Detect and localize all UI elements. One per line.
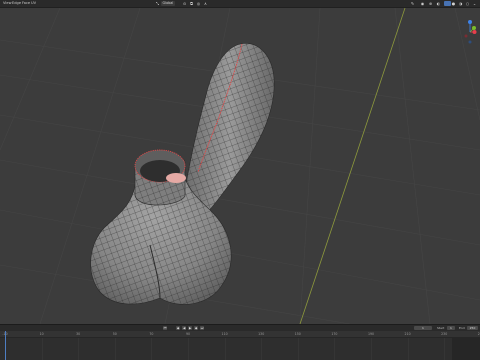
timeline-tick-label: 150 <box>294 332 301 336</box>
jump-keyframe-back-icon[interactable]: ◆ <box>176 326 181 331</box>
timeline-tick-line <box>407 338 409 360</box>
timeline-tick-label: 190 <box>367 332 375 336</box>
play-icon[interactable]: ▶ <box>188 326 193 331</box>
timeline-tick-line <box>224 338 226 360</box>
timeline-tick-label: 30 <box>76 332 81 336</box>
timeline-tick-line <box>41 338 43 360</box>
timeline-tick-label: 230 <box>441 332 448 336</box>
jump-end-icon[interactable]: ⏭ <box>200 326 205 331</box>
proportional-icon[interactable]: ◎ <box>196 1 201 6</box>
menu-uv[interactable]: UV <box>31 1 36 5</box>
xray-toggle[interactable] <box>444 1 451 6</box>
solid-shading-icon[interactable]: ● <box>451 1 456 6</box>
timeline-tick-line <box>114 338 116 360</box>
cursor-icon[interactable]: ✎ <box>410 1 415 6</box>
timeline-tick-line <box>334 338 336 360</box>
gizmo-toggle-icon[interactable]: ⊕ <box>428 1 433 6</box>
navigation-gizmo[interactable] <box>463 18 477 46</box>
start-frame-field[interactable]: 1 <box>447 326 455 331</box>
timeline-tick-line <box>188 338 189 360</box>
timeline-tick-line <box>371 338 372 360</box>
timeline-tick-label: 170 <box>331 332 338 336</box>
shading-dropdown-icon[interactable]: ⌄ <box>472 1 477 6</box>
pipe-mesh[interactable] <box>90 43 275 305</box>
timeline-tick-line <box>78 338 80 360</box>
frame-cursor[interactable] <box>5 331 6 360</box>
start-label: Start <box>437 326 445 331</box>
orientation-icon[interactable]: ⤡ <box>155 1 160 6</box>
x-axis-handle <box>472 30 477 34</box>
play-reverse-icon[interactable]: ◀ <box>182 326 187 331</box>
menu-view[interactable]: View <box>3 1 12 5</box>
visibility-icon[interactable]: ◉ <box>420 1 425 6</box>
y-axis-handle <box>472 26 476 30</box>
snap-icon[interactable]: ⧉ <box>189 1 194 6</box>
timeline-end-region <box>452 338 480 360</box>
pivot-icon[interactable]: ⊙ <box>182 1 187 6</box>
overlay-icon[interactable]: ◐ <box>436 1 441 6</box>
current-frame-field[interactable]: 1 <box>414 326 432 331</box>
proportional-falloff-icon[interactable]: ∧ <box>203 1 208 6</box>
timeline-tick-label: 130 <box>258 332 265 336</box>
timeline-tick-label: 10 <box>39 332 44 336</box>
timeline-tick-label: 90 <box>185 332 191 336</box>
timeline-tick-label: 110 <box>221 332 228 336</box>
z-axis-handle <box>468 20 472 24</box>
viewport-header: View Edge Face UV ⤡ Global ⊙ ⧉ ◎ ∧ ✎ ◉ ⊕… <box>0 0 480 8</box>
timeline-tick-line <box>261 338 263 360</box>
neg-x-handle <box>464 34 468 38</box>
timeline-tick-label: 70 <box>149 332 154 336</box>
timeline-tick-label: 210 <box>404 332 411 336</box>
y-axis-line <box>299 8 406 324</box>
timeline-tick-line <box>297 338 299 360</box>
timeline-tick-line <box>151 338 153 360</box>
timeline-track[interactable] <box>0 338 480 360</box>
jump-start-icon[interactable]: ⏮ <box>163 326 168 331</box>
end-frame-field[interactable]: 250 <box>467 326 478 331</box>
3d-viewport[interactable] <box>0 8 480 324</box>
timeline-tick-label: 50 <box>112 332 117 336</box>
menu-face[interactable]: Face <box>22 1 30 5</box>
timeline-ruler[interactable]: -101030507090110130150170190210230250 <box>0 331 480 338</box>
rendered-shading-icon[interactable]: ○ <box>465 1 470 6</box>
selected-face <box>166 173 186 183</box>
menu-edge[interactable]: Edge <box>12 1 21 5</box>
end-label: End <box>459 326 465 331</box>
jump-keyframe-forward-icon[interactable]: ◆ <box>194 326 199 331</box>
material-shading-icon[interactable]: ◑ <box>458 1 463 6</box>
transform-orientation-dropdown[interactable]: Global <box>161 1 175 6</box>
timeline-tick-line <box>444 338 446 360</box>
viewport-canvas[interactable] <box>0 8 480 324</box>
neg-z-handle <box>468 40 472 44</box>
